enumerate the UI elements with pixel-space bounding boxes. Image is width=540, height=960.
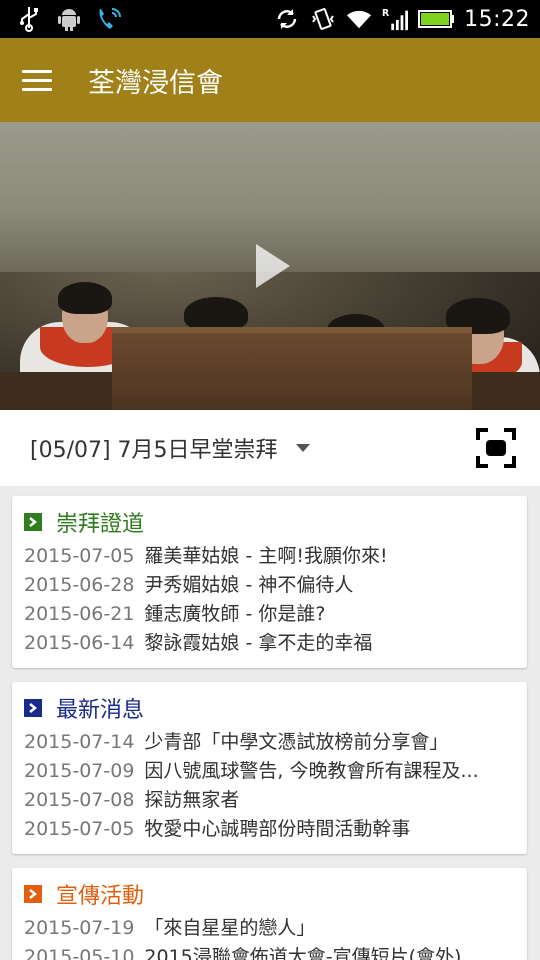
wifi-icon <box>346 6 372 32</box>
section-title: 最新消息 <box>56 698 145 723</box>
play-icon[interactable] <box>256 244 290 288</box>
list-item[interactable]: 2015-07-08 探訪無家者 <box>24 786 527 815</box>
chevron-down-icon <box>295 444 310 452</box>
list-item[interactable]: 2015-05-10 2015浸聯會佈道大會-宣傳短片(會外) <box>24 943 527 960</box>
fullscreen-icon[interactable] <box>476 428 516 468</box>
svg-text:R: R <box>382 8 389 19</box>
section-header[interactable]: 崇拜證道 <box>24 508 527 537</box>
list-item[interactable]: 2015-07-09 因八號風球警告, 今晚教會所有課程及... <box>24 757 527 786</box>
hamburger-menu-icon[interactable] <box>22 60 62 100</box>
hair <box>184 297 248 331</box>
app-title: 荃灣浸信會 <box>88 67 223 99</box>
section-card-news: 最新消息 2015-07-14 少青部「中學文憑試放榜前分享會」 2015-07-… <box>12 682 527 854</box>
list-item[interactable]: 2015-06-14 黎詠霞姑娘 - 拿不走的幸福 <box>24 629 527 658</box>
section-card-events: 宣傳活動 2015-07-19 「來自星星的戀人」 2015-05-10 2015浸… <box>12 868 527 960</box>
list-item[interactable]: 2015-07-19 「來自星星的戀人」 <box>24 914 527 943</box>
section-card-sermons: 崇拜證道 2015-07-05 羅美華姑娘 - 主啊!我願你來! 2015-06-… <box>12 496 527 668</box>
list-item[interactable]: 2015-06-28 尹秀媚姑娘 - 神不偏待人 <box>24 571 527 600</box>
video-dropdown[interactable]: [05/07] 7月5日早堂崇拜 <box>30 432 310 464</box>
list-item[interactable]: 2015-07-14 少青部「中學文憑試放榜前分享會」 <box>24 728 527 757</box>
clock: 15:22 <box>464 6 530 32</box>
android-icon <box>56 6 82 32</box>
list-item[interactable]: 2015-06-21 鍾志廣牧師 - 你是誰? <box>24 600 527 629</box>
list-item[interactable]: 2015-07-05 牧愛中心誠聘部份時間活動幹事 <box>24 815 527 844</box>
battery-icon <box>418 6 455 32</box>
usb-icon <box>16 6 42 32</box>
signal-icon: R <box>382 6 409 32</box>
sync-icon <box>274 6 300 32</box>
video-selector-row: [05/07] 7月5日早堂崇拜 <box>0 410 540 486</box>
video-player[interactable] <box>0 122 540 410</box>
section-title: 宣傳活動 <box>56 884 145 909</box>
pulpit <box>112 327 472 410</box>
chevron-right-icon <box>24 699 42 717</box>
section-header[interactable]: 宣傳活動 <box>24 880 527 909</box>
section-title: 崇拜證道 <box>56 512 145 537</box>
status-bar: R 15:22 <box>0 0 540 38</box>
wifi-call-icon <box>96 6 122 32</box>
list-item[interactable]: 2015-07-05 羅美華姑娘 - 主啊!我願你來! <box>24 542 527 571</box>
chevron-right-icon <box>24 513 42 531</box>
section-header[interactable]: 最新消息 <box>24 694 527 723</box>
chevron-right-icon <box>24 885 42 903</box>
vibrate-icon <box>310 6 336 32</box>
app-bar: 荃灣浸信會 <box>0 38 540 122</box>
video-dropdown-label: [05/07] 7月5日早堂崇拜 <box>30 438 278 463</box>
hair <box>58 282 112 314</box>
